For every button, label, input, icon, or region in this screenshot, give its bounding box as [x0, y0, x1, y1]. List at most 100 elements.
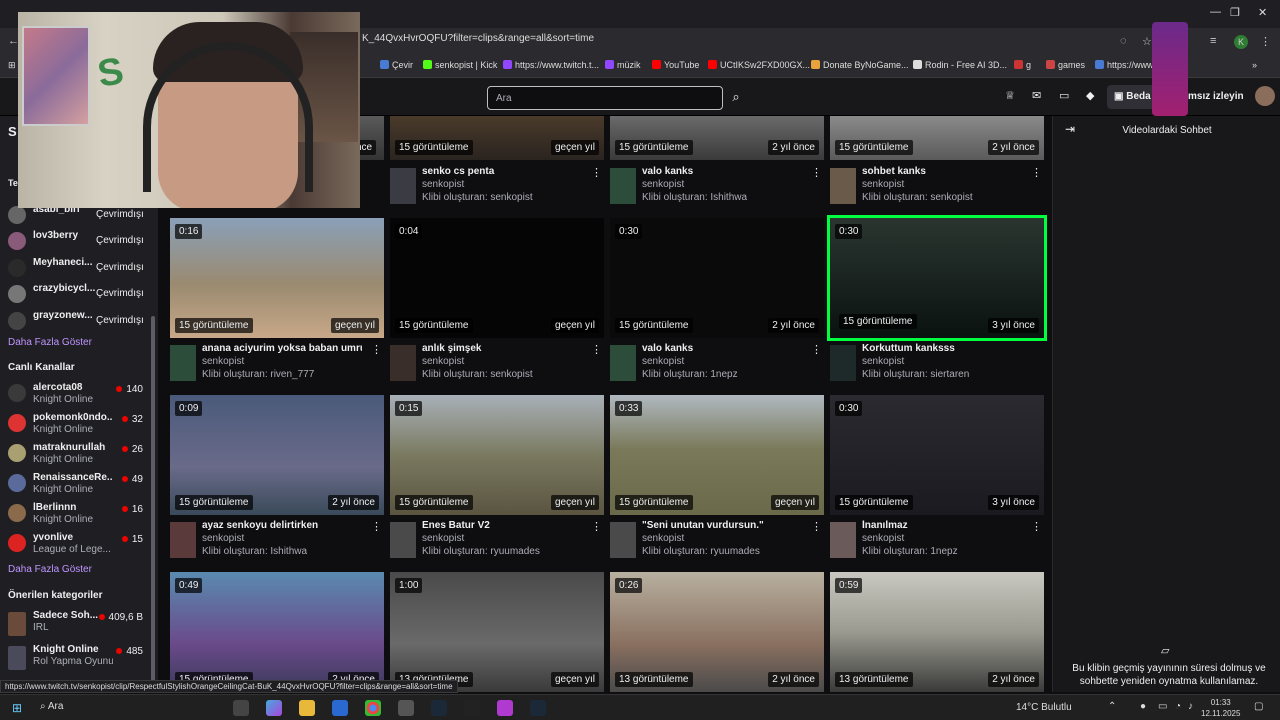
bookmark-channel[interactable]: UCtIKSw2FXD00GX...: [708, 60, 810, 70]
close-icon[interactable]: ✕: [1258, 6, 1267, 19]
minimize-icon[interactable]: —: [1210, 6, 1221, 18]
clip-thumbnail[interactable]: 15 görüntüleme 2 yıl önce: [830, 116, 1044, 160]
inbox-icon[interactable]: ✉: [1032, 89, 1041, 102]
more-vert-icon[interactable]: ⋮: [591, 343, 602, 356]
more-vert-icon[interactable]: ⋮: [1260, 35, 1271, 48]
apps-icon[interactable]: ⊞: [8, 60, 16, 71]
steam-icon[interactable]: [530, 700, 546, 716]
followed-channel[interactable]: Meyhaneci... Çevrimdışı: [8, 257, 153, 283]
notification-icon[interactable]: ▢: [1254, 701, 1263, 712]
clip-card[interactable]: 0:15 15 görüntüleme geçen yıl Enes Batur V…: [390, 395, 604, 567]
followed-channel[interactable]: grayzonew... Çevrimdışı: [8, 310, 153, 336]
clip-thumbnail[interactable]: 1:0013 görüntülemegeçen yıl: [390, 572, 604, 692]
clip-title[interactable]: valo kanks: [642, 166, 802, 177]
category-item[interactable]: Knight Online Rol Yapma Oyunu 485: [8, 644, 153, 674]
more-vert-icon[interactable]: ⋮: [811, 343, 822, 356]
store-icon[interactable]: [332, 700, 348, 716]
obs-icon[interactable]: [398, 700, 414, 716]
network-icon[interactable]: ▭: [1158, 701, 1167, 712]
bits-icon[interactable]: ◆: [1086, 89, 1094, 102]
bookmark-g[interactable]: g: [1014, 60, 1031, 70]
clip-title[interactable]: anlık şimşek: [422, 343, 582, 354]
clip-channel[interactable]: senkopist: [862, 533, 904, 544]
bookmark-youtube[interactable]: YouTube: [652, 60, 699, 70]
watch-label[interactable]: msız izleyin: [1188, 91, 1244, 102]
clip-thumbnail[interactable]: 0:4915 görüntüleme2 yıl önce: [170, 572, 384, 692]
clip-thumbnail[interactable]: 0:33 15 görüntüleme geçen yıl: [610, 395, 824, 515]
clip-channel[interactable]: senkopist: [202, 356, 244, 367]
bookmark-https[interactable]: https://www...: [1095, 60, 1161, 70]
followed-channel[interactable]: lov3berry Çevrimdışı: [8, 230, 153, 256]
clip-channel[interactable]: senkopist: [642, 179, 684, 190]
weather-widget[interactable]: 14°C Bulutlu: [1016, 702, 1072, 713]
bookmark-twitch[interactable]: https://www.twitch.t...: [503, 60, 599, 70]
clip-thumbnail[interactable]: 0:30 15 görüntüleme 3 yıl önce: [827, 215, 1047, 341]
windows-start-icon[interactable]: ⊞: [12, 701, 22, 715]
wifi-icon[interactable]: ◔: [1175, 701, 1181, 712]
mic-icon[interactable]: ●: [1140, 701, 1146, 712]
eye-off-icon[interactable]: ◌: [1120, 35, 1127, 47]
clip-title[interactable]: senko cs penta: [422, 166, 582, 177]
show-more-link[interactable]: Daha Fazla Göster: [8, 564, 92, 575]
bookmark-translate[interactable]: Çevir: [380, 60, 413, 70]
clip-thumbnail[interactable]: 0:15 15 görüntüleme geçen yıl: [390, 395, 604, 515]
clip-channel[interactable]: senkopist: [862, 356, 904, 367]
copilot-icon[interactable]: [266, 700, 282, 716]
clip-channel[interactable]: senkopist: [642, 533, 684, 544]
clip-thumbnail[interactable]: 0:26 13 görüntüleme 2 yıl önce: [610, 572, 824, 692]
bookmark-games[interactable]: games: [1046, 60, 1085, 70]
maximize-icon[interactable]: ❐: [1230, 6, 1240, 19]
more-vert-icon[interactable]: ⋮: [1031, 166, 1042, 179]
clip-card[interactable]: 0:16 15 görüntüleme geçen yıl anana aciyur…: [170, 218, 384, 390]
clip-thumbnail[interactable]: 0:16 15 görüntüleme geçen yıl: [170, 218, 384, 338]
clip-title[interactable]: sohbet kanks: [862, 166, 1022, 177]
clip-card[interactable]: 0:30 15 görüntüleme 2 yıl önce valo kanks s…: [610, 218, 824, 390]
show-more-link[interactable]: Daha Fazla Göster: [8, 337, 92, 348]
clip-card[interactable]: 0:30 15 görüntüleme 3 yıl önce Korkuttum k…: [827, 215, 1047, 390]
clip-card[interactable]: 0:30 15 görüntüleme 3 yıl önce İnanılmaz se…: [830, 395, 1044, 567]
clip-thumbnail[interactable]: 0:30 15 görüntüleme 3 yıl önce: [830, 395, 1044, 515]
clock[interactable]: 01:33 12.11.2025: [1201, 697, 1240, 719]
clip-channel[interactable]: senkopist: [862, 179, 904, 190]
taskbar-search[interactable]: ⌕ Ara: [40, 701, 63, 712]
steam-icon[interactable]: [431, 700, 447, 716]
clip-title[interactable]: İnanılmaz: [862, 520, 1022, 531]
app-icon[interactable]: [497, 700, 513, 716]
more-vert-icon[interactable]: ⋮: [811, 520, 822, 533]
more-vert-icon[interactable]: ⋮: [371, 343, 382, 356]
chevron-up-icon[interactable]: ⌃: [1108, 701, 1116, 712]
clip-title[interactable]: "Seni unutan vurdursun.": [642, 520, 802, 531]
clip-channel[interactable]: senkopist: [422, 179, 464, 190]
clip-card[interactable]: 0:33 15 görüntüleme geçen yıl "Seni unutan…: [610, 395, 824, 567]
live-channel[interactable]: lBerlinnn Knight Online 16: [8, 502, 153, 528]
search-icon[interactable]: ⌕: [724, 86, 748, 110]
epic-games-icon[interactable]: [464, 700, 480, 716]
clip-thumbnail[interactable]: 0:30 15 görüntüleme 2 yıl önce: [610, 218, 824, 338]
clip-thumbnail[interactable]: 0:04 15 görüntüleme geçen yıl: [390, 218, 604, 338]
live-channel[interactable]: yvonlive League of Lege... 15: [8, 532, 153, 558]
whisper-icon[interactable]: ▭: [1059, 89, 1069, 102]
clip-title[interactable]: ayaz senkoyu delirtirken: [202, 520, 362, 531]
bookmark-rodin[interactable]: Rodin - Free AI 3D...: [913, 60, 1007, 70]
more-vert-icon[interactable]: ⋮: [371, 520, 382, 533]
clip-title[interactable]: valo kanks: [642, 343, 802, 354]
star-icon[interactable]: ☆: [1142, 35, 1152, 48]
clip-thumbnail[interactable]: 15 görüntüleme geçen yıl: [390, 116, 604, 160]
chrome-icon[interactable]: [365, 700, 381, 716]
clip-channel[interactable]: senkopist: [642, 356, 684, 367]
clip-channel[interactable]: senkopist: [422, 533, 464, 544]
volume-icon[interactable]: ♪: [1188, 701, 1193, 712]
more-vert-icon[interactable]: ⋮: [1031, 520, 1042, 533]
live-channel[interactable]: RenaissanceRe... Knight Online 49: [8, 472, 153, 498]
bookmark-donate[interactable]: Donate ByNoGame...: [811, 60, 909, 70]
clip-card[interactable]: 0:04 15 görüntüleme geçen yıl anlık şimşek…: [390, 218, 604, 390]
category-item[interactable]: Sadece Soh... IRL 409,6 B: [8, 610, 153, 640]
user-avatar[interactable]: [1255, 86, 1275, 106]
clip-channel[interactable]: senkopist: [422, 356, 464, 367]
search-input[interactable]: Ara: [487, 86, 723, 110]
sidebar-scrollbar[interactable]: [151, 316, 155, 686]
bookmark-muzik[interactable]: müzik: [605, 60, 641, 70]
file-explorer-icon[interactable]: [299, 700, 315, 716]
crown-icon[interactable]: ♕: [1005, 89, 1015, 102]
more-vert-icon[interactable]: ⋮: [591, 520, 602, 533]
